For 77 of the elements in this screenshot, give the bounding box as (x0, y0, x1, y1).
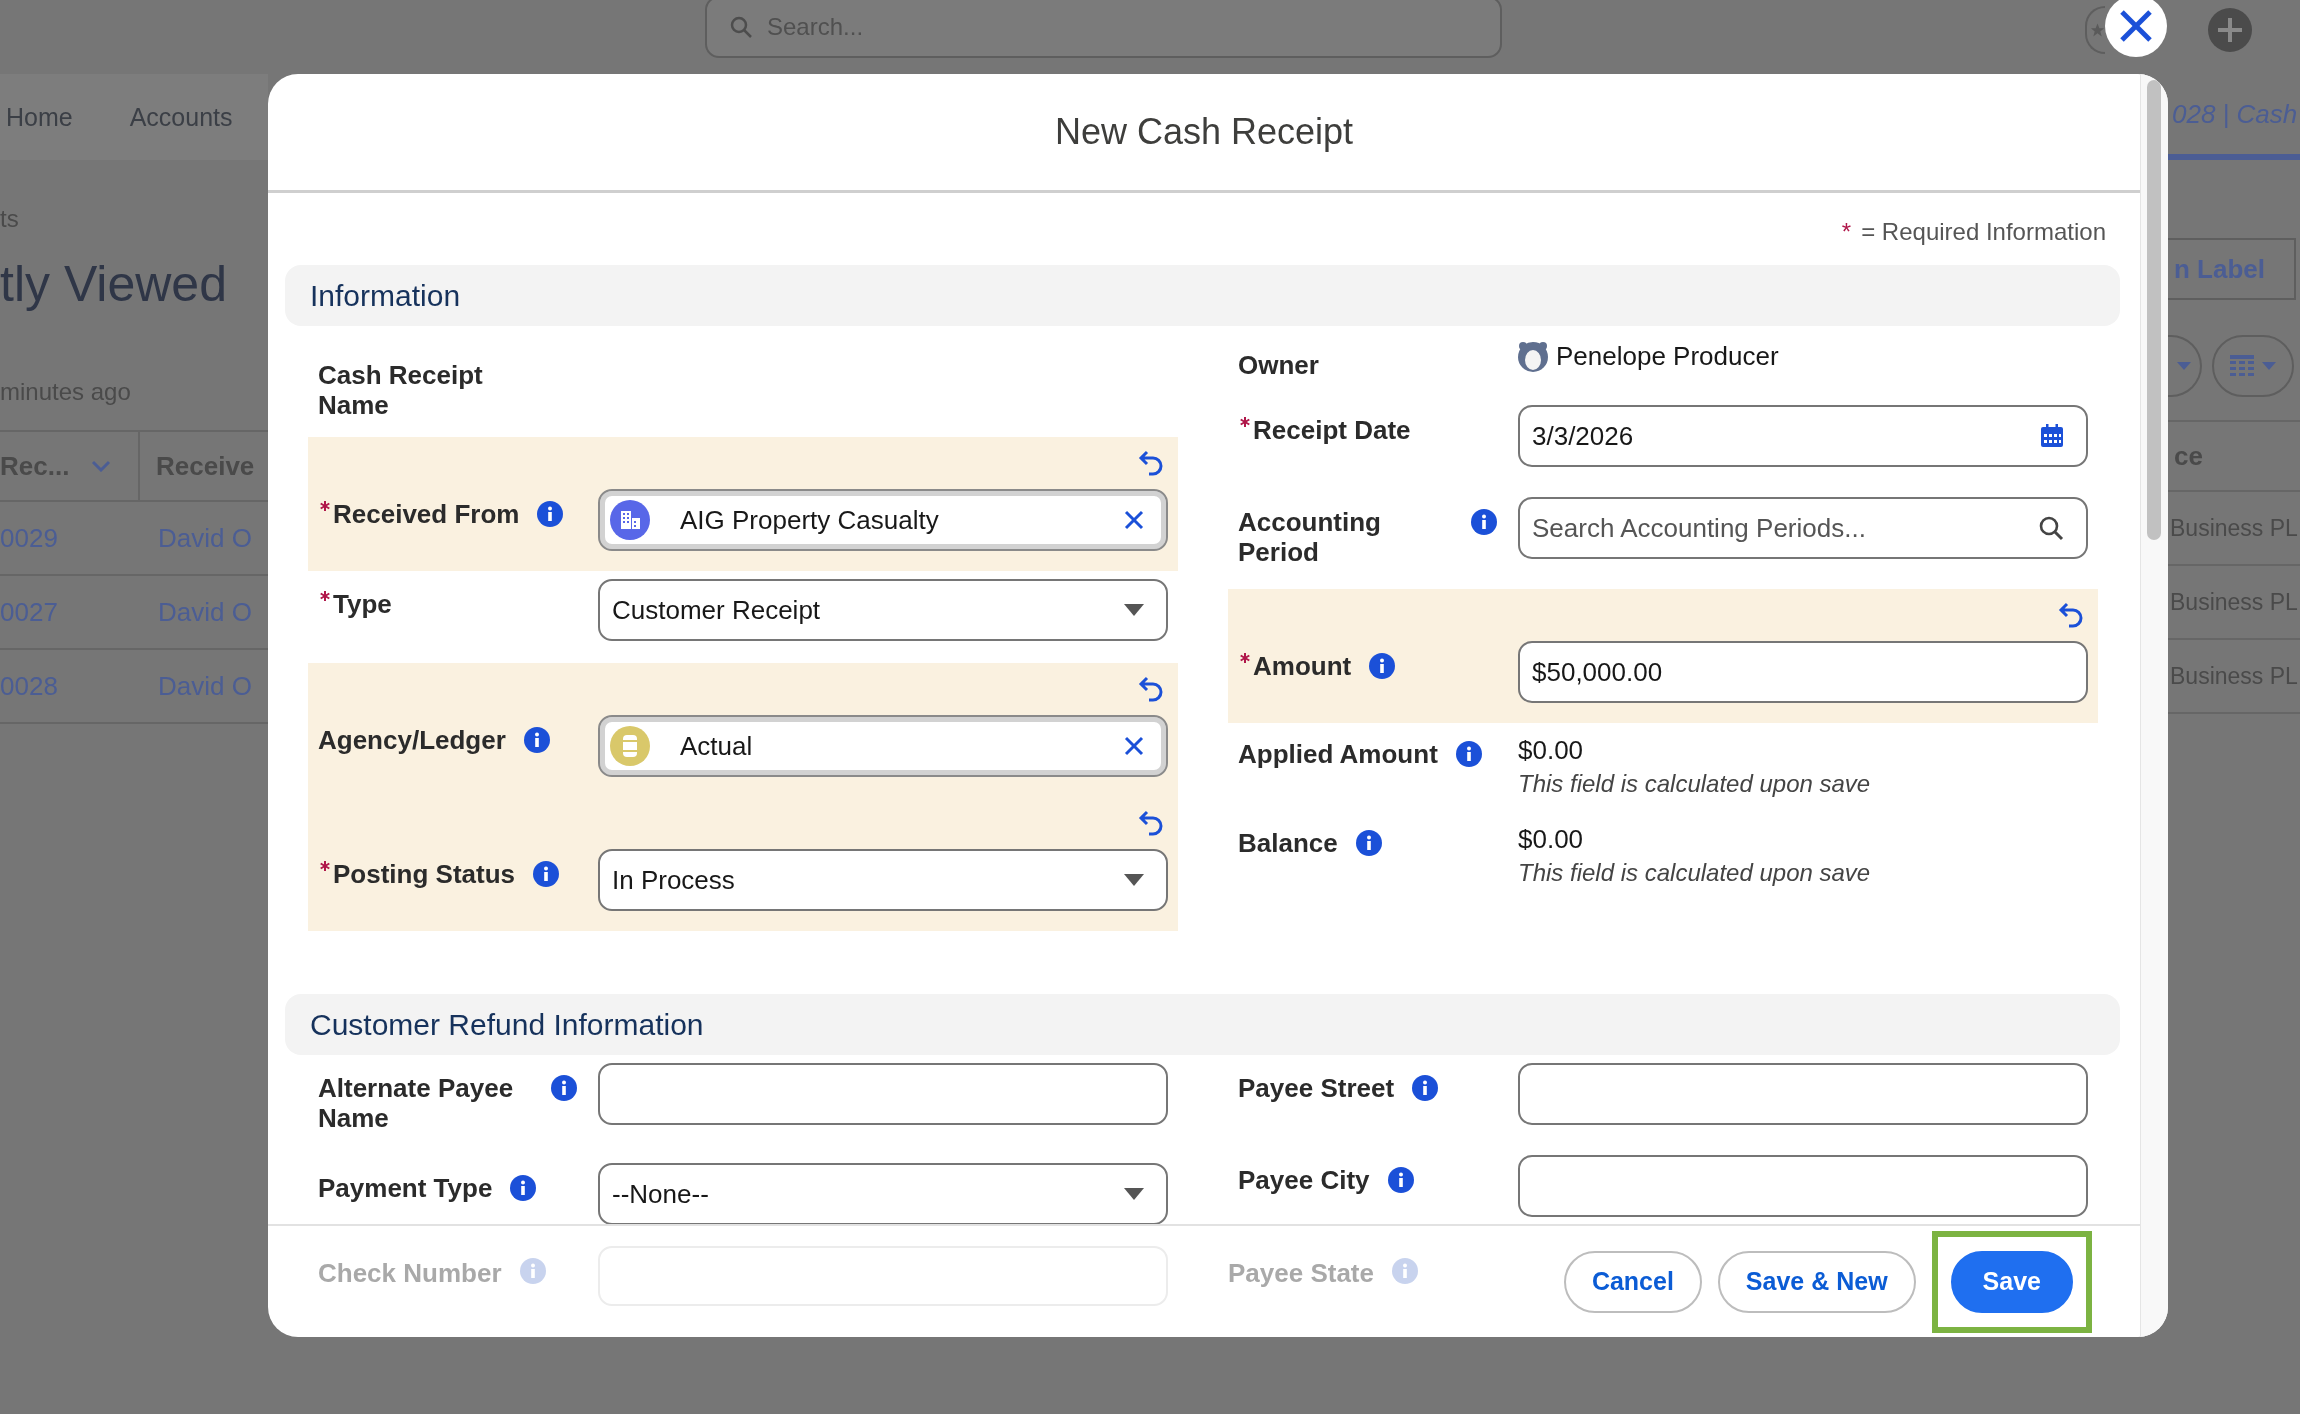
list-title: tly Viewed (0, 255, 227, 314)
info-icon[interactable] (510, 1175, 537, 1201)
avatar-icon (1518, 340, 1548, 372)
nav-tab[interactable]: Home (6, 102, 73, 132)
ledger-icon (610, 726, 650, 766)
search-icon (729, 15, 753, 39)
input-field[interactable] (1518, 1063, 2088, 1125)
field-value: $0.00 (1518, 735, 1585, 766)
caret-icon (2177, 362, 2191, 370)
star-icon (2090, 22, 2105, 38)
undo-icon[interactable] (2058, 601, 2084, 629)
close-button[interactable] (2105, 0, 2167, 57)
undo-icon[interactable] (1138, 675, 1164, 703)
lookup-field[interactable]: Actual (598, 715, 1168, 777)
field-label: Alternate Payee Name (318, 1073, 515, 1133)
field-label: Payee Street (1238, 1073, 1395, 1103)
field-label: Receipt Date (1253, 415, 1411, 445)
add-icon[interactable] (2208, 8, 2252, 52)
dropdown[interactable]: --None-- (598, 1163, 1168, 1224)
info-icon[interactable] (533, 861, 559, 887)
field-label: Owner (1238, 350, 1319, 380)
clear-icon[interactable] (1124, 510, 1144, 530)
modal-title: New Cash Receipt (1054, 111, 1354, 153)
save-new-button[interactable]: Save & New (1717, 1250, 1916, 1313)
field-label: Cash Receipt Name (318, 360, 484, 420)
input-field[interactable] (598, 1063, 1168, 1125)
field-label: Payee City (1238, 1165, 1370, 1195)
search-field[interactable]: Search Accounting Periods... (1518, 497, 2088, 559)
caret-icon (1124, 604, 1144, 616)
field-label: Received From (333, 499, 520, 529)
field-label: Check Number (318, 1258, 502, 1289)
caret-icon (1124, 874, 1144, 886)
table-icon (2230, 355, 2254, 377)
close-icon[interactable] (2118, 8, 2154, 44)
field-label: Posting Status (333, 859, 515, 889)
calendar-icon[interactable] (2040, 424, 2064, 448)
field-label: Payee State (1228, 1258, 1374, 1289)
field-label: Agency/Ledger (318, 725, 506, 755)
field-label: Type (333, 589, 392, 619)
building-icon (610, 500, 650, 540)
undo-icon[interactable] (1138, 809, 1164, 837)
field-note: This field is calculated upon save (1518, 770, 1872, 798)
field-value: $0.00 (1518, 824, 1585, 855)
dropdown[interactable]: Customer Receipt (598, 579, 1168, 641)
field-note: This field is calculated upon save (1518, 859, 1872, 887)
nav-tab[interactable]: Accounts (129, 102, 233, 132)
info-icon[interactable] (1455, 741, 1482, 767)
required-legend: = Required Information (1861, 217, 2106, 247)
save-button[interactable]: Save (1950, 1250, 2073, 1313)
lookup-field[interactable]: AIG Property Casualty (598, 489, 1168, 551)
date-field[interactable]: 3/3/2026 (1518, 405, 2088, 467)
undo-icon[interactable] (1138, 449, 1164, 477)
info-icon[interactable] (1355, 830, 1382, 856)
info-icon[interactable] (1369, 653, 1396, 679)
info-icon[interactable] (537, 501, 564, 527)
info-icon[interactable] (1412, 1075, 1439, 1101)
section-header[interactable]: Information (285, 265, 2120, 326)
info-icon[interactable] (1387, 1167, 1414, 1193)
input-field[interactable] (1518, 1155, 2088, 1217)
input-field[interactable]: $50,000.00 (1518, 641, 2088, 703)
info-icon[interactable] (523, 727, 550, 753)
search-icon (2038, 515, 2064, 541)
cancel-button[interactable]: Cancel (1563, 1250, 1702, 1313)
info-icon[interactable] (1471, 509, 1497, 535)
section-header[interactable]: Customer Refund Information (285, 994, 2120, 1055)
field-label: Payment Type (318, 1173, 493, 1203)
field-label: Balance (1238, 828, 1338, 858)
info-icon[interactable] (551, 1075, 577, 1101)
field-label: Amount (1253, 651, 1352, 681)
caret-icon (2262, 362, 2276, 370)
required-mark: * (1841, 217, 1852, 247)
field-label: Accounting Period (1238, 507, 1382, 567)
dropdown[interactable]: In Process (598, 849, 1168, 911)
field-label: Applied Amount (1238, 739, 1438, 769)
owner-name[interactable]: Penelope Producer (1556, 340, 1779, 372)
caret-icon (1124, 1188, 1144, 1200)
clear-icon[interactable] (1124, 736, 1144, 756)
